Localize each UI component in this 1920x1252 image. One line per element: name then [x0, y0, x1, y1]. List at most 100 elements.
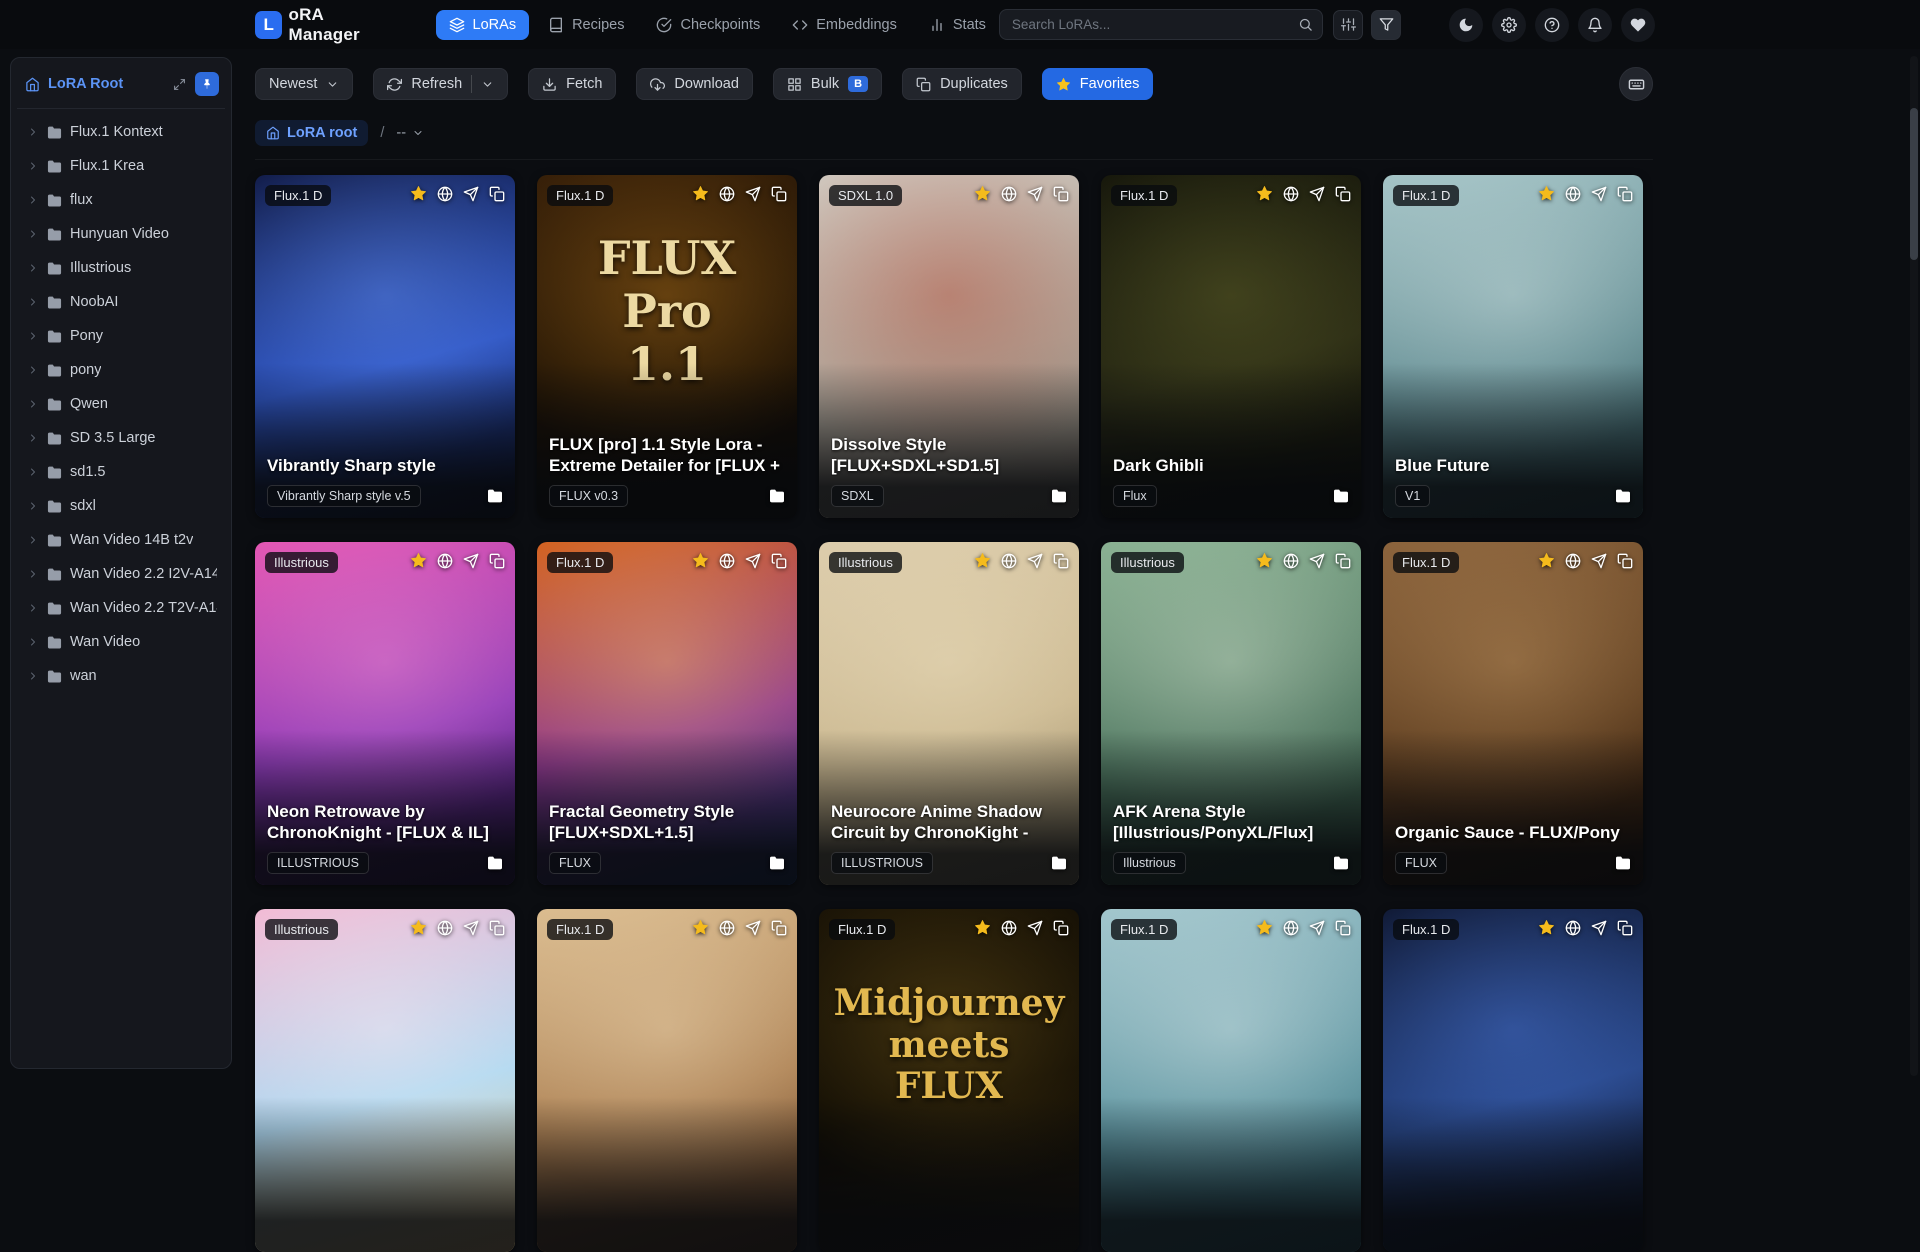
send-button[interactable]: [1027, 920, 1043, 936]
sidebar-root-label[interactable]: LoRA Root: [48, 76, 123, 92]
copy-button[interactable]: [1053, 553, 1069, 569]
send-button[interactable]: [463, 186, 479, 202]
lora-card[interactable]: MidjourneymeetsFLUXFlux.1 D: [819, 909, 1079, 1252]
favorite-button[interactable]: [1256, 552, 1273, 569]
favorite-button[interactable]: [692, 919, 709, 936]
copy-button[interactable]: [771, 553, 787, 569]
send-button[interactable]: [1309, 186, 1325, 202]
copy-button[interactable]: [1053, 186, 1069, 202]
globe-button[interactable]: [719, 186, 735, 202]
scrollbar-thumb[interactable]: [1910, 108, 1918, 260]
favorite-button[interactable]: [974, 185, 991, 202]
globe-button[interactable]: [437, 553, 453, 569]
open-folder-button[interactable]: [487, 855, 503, 871]
scrollbar-track[interactable]: [1910, 56, 1918, 1076]
copy-button[interactable]: [1617, 553, 1633, 569]
send-button[interactable]: [1309, 553, 1325, 569]
app-logo[interactable]: L oRA Manager: [255, 5, 398, 45]
send-button[interactable]: [1027, 186, 1043, 202]
nav-item-checkpoints[interactable]: Checkpoints: [643, 10, 773, 40]
send-button[interactable]: [745, 186, 761, 202]
open-folder-button[interactable]: [1333, 488, 1349, 504]
send-button[interactable]: [1591, 186, 1607, 202]
folder-item[interactable]: SD 3.5 Large: [17, 421, 225, 455]
sliders-button[interactable]: [1333, 10, 1363, 40]
folder-item[interactable]: Wan Video: [17, 625, 225, 659]
send-button[interactable]: [1591, 553, 1607, 569]
open-folder-button[interactable]: [1333, 855, 1349, 871]
folder-item[interactable]: wan: [17, 659, 225, 693]
copy-button[interactable]: [1617, 920, 1633, 936]
version-chip[interactable]: ILLUSTRIOUS: [267, 852, 369, 874]
version-chip[interactable]: Flux: [1113, 485, 1157, 507]
favorite-button[interactable]: [1538, 552, 1555, 569]
copy-button[interactable]: [771, 186, 787, 202]
nav-item-stats[interactable]: Stats: [916, 10, 999, 40]
version-chip[interactable]: SDXL: [831, 485, 884, 507]
nav-item-loras[interactable]: LoRAs: [436, 10, 530, 40]
globe-button[interactable]: [1283, 186, 1299, 202]
globe-button[interactable]: [719, 920, 735, 936]
open-folder-button[interactable]: [769, 855, 785, 871]
folder-item[interactable]: sd1.5: [17, 455, 225, 489]
fetch-button[interactable]: Fetch: [528, 68, 616, 100]
version-chip[interactable]: Illustrious: [1113, 852, 1186, 874]
globe-button[interactable]: [1565, 553, 1581, 569]
folder-item[interactable]: Wan Video 2.2 T2V-A14B: [17, 591, 225, 625]
favorite-button[interactable]: [1256, 185, 1273, 202]
pin-button[interactable]: [195, 72, 219, 96]
download-button[interactable]: Download: [636, 68, 753, 100]
favorite-button[interactable]: [410, 919, 427, 936]
globe-button[interactable]: [1565, 186, 1581, 202]
folder-item[interactable]: Wan Video 2.2 I2V-A14B: [17, 557, 225, 591]
lora-card[interactable]: SDXL 1.0Dissolve Style [FLUX+SDXL+SD1.5]…: [819, 175, 1079, 518]
folder-item[interactable]: pony: [17, 353, 225, 387]
lora-card[interactable]: Flux.1 D: [1383, 909, 1643, 1252]
lora-card[interactable]: Flux.1 D: [537, 909, 797, 1252]
nav-item-embeddings[interactable]: Embeddings: [779, 10, 910, 40]
heart-button[interactable]: [1621, 8, 1655, 42]
open-folder-button[interactable]: [1051, 488, 1067, 504]
lora-card[interactable]: Flux.1 DBlue FutureV1: [1383, 175, 1643, 518]
send-button[interactable]: [1591, 920, 1607, 936]
refresh-button[interactable]: Refresh: [373, 68, 508, 100]
favorite-button[interactable]: [692, 552, 709, 569]
copy-button[interactable]: [1335, 920, 1351, 936]
favorite-button[interactable]: [410, 185, 427, 202]
send-button[interactable]: [745, 920, 761, 936]
folder-item[interactable]: Wan Video 14B t2v: [17, 523, 225, 557]
globe-button[interactable]: [1283, 920, 1299, 936]
lora-card[interactable]: Flux.1 D: [1101, 909, 1361, 1252]
send-button[interactable]: [745, 553, 761, 569]
favorite-button[interactable]: [1538, 919, 1555, 936]
folder-item[interactable]: NoobAI: [17, 285, 225, 319]
lora-card[interactable]: Flux.1 DDark GhibliFlux: [1101, 175, 1361, 518]
sort-dropdown[interactable]: Newest: [255, 68, 353, 100]
globe-button[interactable]: [437, 920, 453, 936]
folder-item[interactable]: flux: [17, 183, 225, 217]
folder-item[interactable]: Flux.1 Krea: [17, 149, 225, 183]
breadcrumb-current[interactable]: --: [396, 125, 424, 141]
keyboard-shortcuts-button[interactable]: [1619, 67, 1653, 101]
version-chip[interactable]: V1: [1395, 485, 1430, 507]
favorite-button[interactable]: [1256, 919, 1273, 936]
help-button[interactable]: [1535, 8, 1569, 42]
open-folder-button[interactable]: [487, 488, 503, 504]
folder-item[interactable]: sdxl: [17, 489, 225, 523]
globe-button[interactable]: [1283, 553, 1299, 569]
open-folder-button[interactable]: [1615, 488, 1631, 504]
favorite-button[interactable]: [692, 185, 709, 202]
version-chip[interactable]: FLUX: [549, 852, 601, 874]
copy-button[interactable]: [1335, 553, 1351, 569]
send-button[interactable]: [1027, 553, 1043, 569]
lora-card[interactable]: IllustriousAFK Arena Style [Illustrious/…: [1101, 542, 1361, 885]
version-chip[interactable]: Vibrantly Sharp style v.5: [267, 485, 421, 507]
globe-button[interactable]: [1565, 920, 1581, 936]
moon-button[interactable]: [1449, 8, 1483, 42]
send-button[interactable]: [463, 553, 479, 569]
bulk-button[interactable]: BulkB: [773, 68, 882, 100]
copy-button[interactable]: [1053, 920, 1069, 936]
copy-button[interactable]: [771, 920, 787, 936]
copy-button[interactable]: [1335, 186, 1351, 202]
favorites-button[interactable]: Favorites: [1042, 68, 1154, 100]
